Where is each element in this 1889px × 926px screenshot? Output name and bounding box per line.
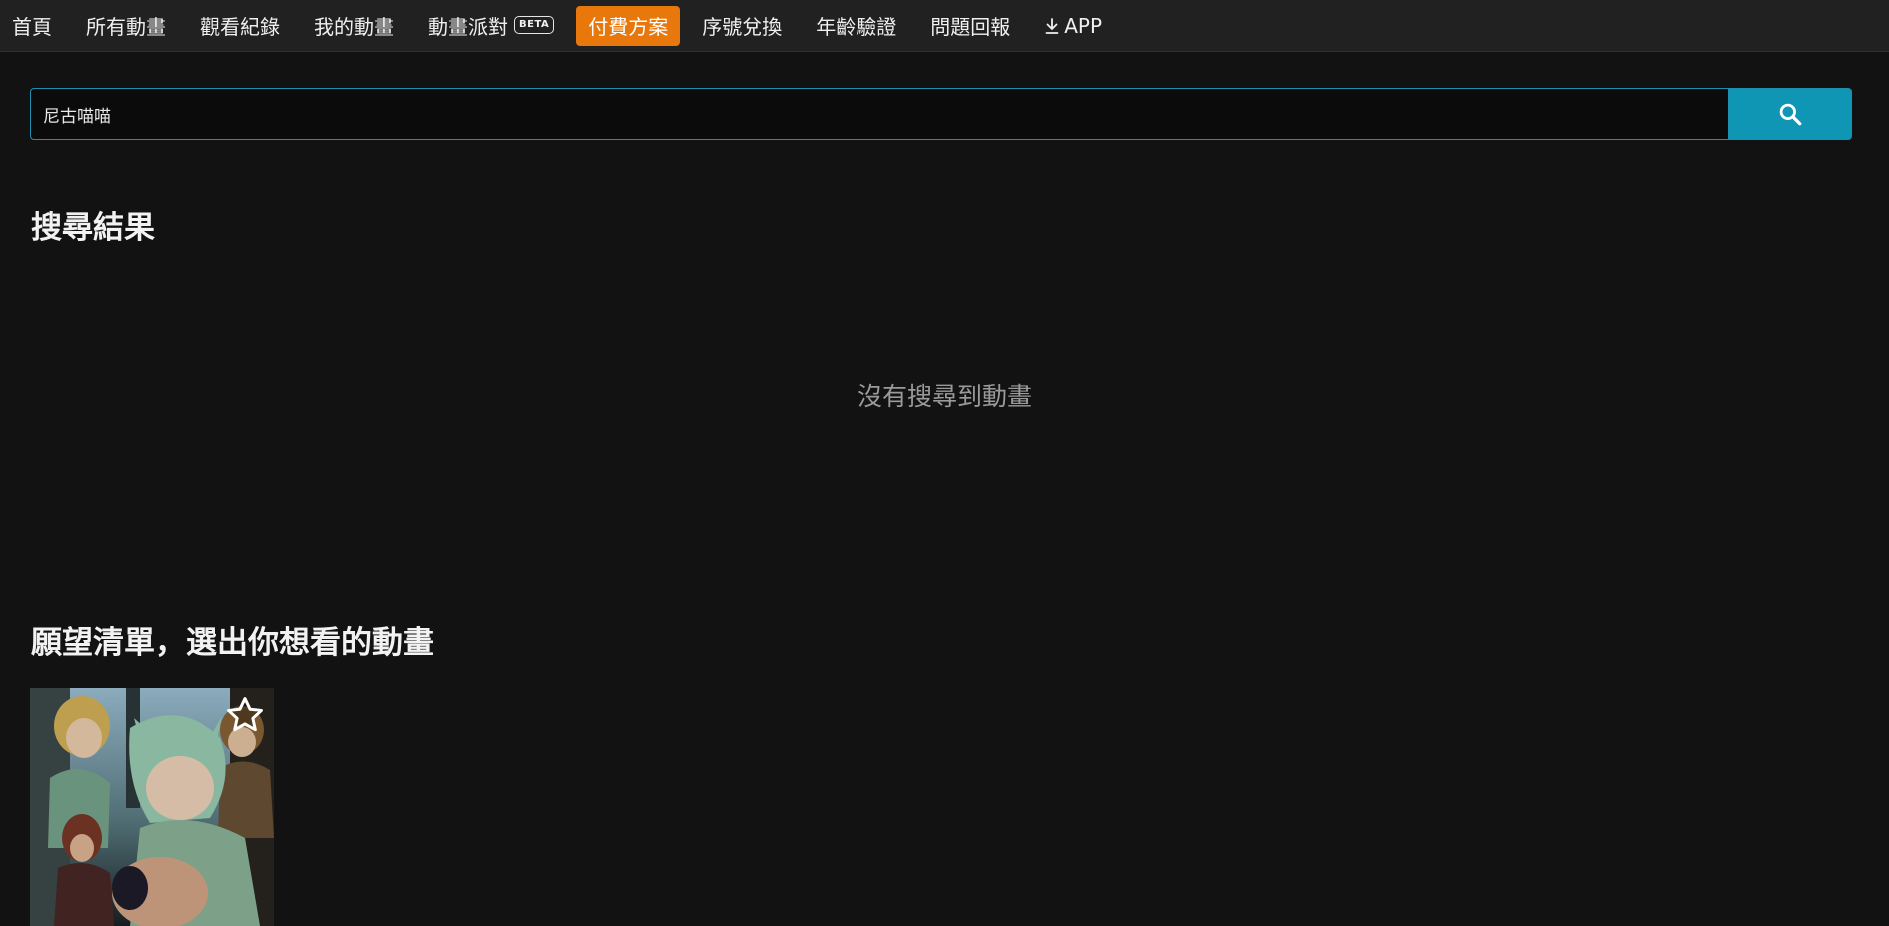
wishlist-title: 願望清單，選出你想看的動畫	[31, 625, 434, 661]
nav-item-watch-history[interactable]: 觀看紀錄	[188, 6, 292, 46]
search-bar	[30, 88, 1852, 140]
wishlist-anime-card[interactable]	[30, 688, 274, 926]
nav-item-redeem-code[interactable]: 序號兌換	[690, 6, 794, 46]
nav-item-label: 我的動畫	[314, 15, 394, 39]
download-icon	[1045, 17, 1059, 34]
nav-item-label: 年齡驗證	[816, 15, 897, 39]
nav-item-label: 首頁	[12, 15, 52, 39]
nav-item-label: APP	[1064, 13, 1103, 38]
nav-item-label: 付費方案	[588, 15, 669, 39]
nav-item-age-verification[interactable]: 年齡驗證	[804, 6, 908, 46]
nav-item-paid-plans[interactable]: 付費方案	[576, 5, 681, 46]
nav-item-anime-party[interactable]: 動畫派對 BETA	[416, 6, 566, 46]
no-results-message: 沒有搜尋到動畫	[856, 382, 1032, 411]
nav-item-label: 問題回報	[930, 15, 1011, 39]
beta-badge: BETA	[514, 15, 555, 34]
star-outline-icon	[227, 697, 263, 732]
nav-item-app[interactable]: APP	[1032, 6, 1114, 46]
search-input[interactable]	[30, 88, 1728, 140]
nav-item-label: 序號兌換	[702, 15, 783, 39]
nav-item-all-anime[interactable]: 所有動畫	[74, 6, 178, 46]
top-nav: 首頁 所有動畫 觀看紀錄 我的動畫 動畫派對 BETA 付費方案 序號兌換 年齡…	[0, 0, 1889, 52]
nav-item-label: 所有動畫	[86, 15, 166, 39]
search-results-title: 搜尋結果	[31, 210, 155, 246]
nav-item-label: 觀看紀錄	[200, 15, 280, 39]
search-button[interactable]	[1728, 88, 1852, 140]
nav-item-home[interactable]: 首頁	[0, 6, 64, 46]
nav-item-label: 動畫派對	[428, 15, 508, 39]
nav-item-my-anime[interactable]: 我的動畫	[302, 6, 406, 46]
nav-item-report-issue[interactable]: 問題回報	[918, 6, 1022, 46]
favorite-button[interactable]	[222, 692, 268, 738]
search-icon	[1779, 103, 1802, 126]
